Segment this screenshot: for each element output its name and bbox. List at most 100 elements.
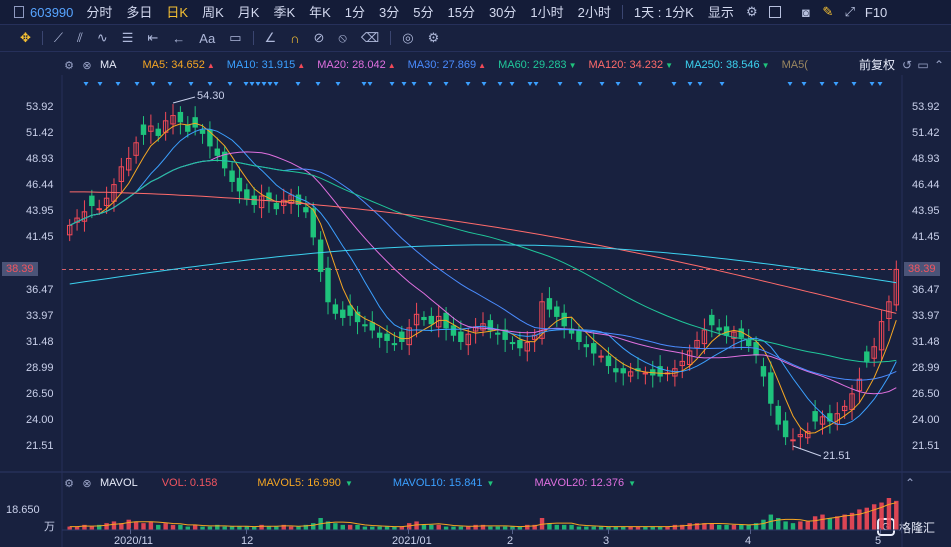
signal-marker [361, 82, 367, 86]
volume-bar [311, 523, 316, 530]
candle-body [745, 339, 752, 347]
volume-bar [141, 523, 146, 530]
candle-body [89, 195, 95, 207]
candle-body [303, 207, 309, 213]
candle-body [812, 411, 818, 422]
low-marker-line [792, 445, 822, 457]
kline-chart[interactable] [0, 0, 951, 547]
signal-marker [527, 82, 533, 86]
volume-bar [333, 523, 338, 530]
ma-line [69, 191, 897, 314]
candle-body [199, 129, 206, 134]
volume-bar [347, 524, 353, 530]
price-tick-label: 26.50 [26, 387, 54, 400]
signal-marker [150, 82, 156, 86]
price-tick-label: 26.50 [912, 387, 940, 400]
date-axis-tick [408, 528, 409, 534]
volume-bar [805, 521, 810, 530]
candle-body [620, 368, 626, 374]
date-axis-tick [608, 528, 609, 534]
volume-bar [288, 526, 294, 530]
signal-marker [443, 82, 449, 86]
signal-marker [465, 82, 471, 86]
candle-body [613, 368, 619, 373]
candle-body [384, 333, 390, 341]
signal-marker [401, 82, 407, 86]
volume-bar [156, 524, 161, 530]
candle-body [458, 331, 464, 343]
candle-body [782, 420, 789, 438]
signal-marker [687, 82, 693, 86]
candle-body [768, 372, 774, 404]
high-price-label: 54.30 [197, 90, 225, 103]
volume-bar [820, 514, 825, 530]
volume-bar [429, 524, 434, 530]
price-tick-label: 51.42 [912, 127, 940, 140]
signal-marker [315, 82, 321, 86]
volume-bar [443, 526, 449, 530]
price-tick-label: 21.51 [912, 440, 940, 452]
price-tick-label: 46.44 [26, 179, 54, 192]
volume-bar [502, 526, 508, 530]
volume-bar [598, 526, 604, 530]
candle-body [421, 316, 427, 321]
price-tick-label: 51.42 [26, 127, 54, 140]
volume-bar [857, 509, 862, 530]
signal-marker [427, 82, 433, 86]
volume-bar [790, 523, 796, 530]
price-tick-label: 36.47 [26, 283, 54, 296]
volume-bar [886, 498, 892, 530]
price-tick-label: 21.51 [26, 440, 54, 452]
signal-marker [243, 82, 249, 86]
volume-bar [274, 526, 279, 530]
candle-body [605, 355, 612, 367]
volume-bar [827, 517, 833, 530]
candle-body [236, 177, 243, 192]
candle-body [214, 148, 221, 156]
signal-marker [599, 82, 605, 86]
volume-bar [835, 516, 840, 530]
ma-line [69, 151, 897, 395]
volume-bar [148, 521, 154, 530]
signal-marker [819, 82, 825, 86]
volume-bar [163, 523, 168, 530]
volume-bar [355, 524, 360, 530]
signal-marker [877, 82, 883, 86]
signal-marker [97, 82, 103, 86]
signal-marker [267, 82, 273, 86]
volume-bar [871, 504, 877, 530]
low-price-label: 21.51 [822, 450, 851, 462]
volume-bar [362, 526, 368, 530]
volume-bar [547, 523, 552, 530]
candle-body [340, 309, 346, 318]
volume-bar [724, 524, 729, 530]
candle-body [140, 124, 147, 135]
price-tick-label: 28.99 [26, 361, 54, 374]
volume-bar [133, 521, 139, 530]
candle-body [709, 314, 715, 326]
signal-marker [273, 82, 279, 86]
price-tick-label: 48.93 [26, 153, 54, 166]
price-tick-label: 41.45 [26, 231, 54, 244]
volume-bar [842, 514, 847, 530]
candle-body [317, 239, 324, 272]
signal-marker [367, 82, 373, 86]
volume-bar [451, 526, 456, 530]
candle-body [598, 355, 604, 358]
volume-bar [458, 526, 464, 530]
candle-body [495, 332, 501, 335]
volume-bar [473, 524, 478, 530]
volume-bar [761, 519, 766, 530]
signal-marker [671, 82, 677, 86]
candle-body [554, 306, 560, 317]
date-axis-label: 12 [241, 535, 254, 547]
volume-bar [561, 524, 567, 530]
date-axis-tick [130, 528, 131, 534]
volume-bar [296, 526, 301, 530]
candle-body [399, 331, 405, 343]
signal-marker [255, 82, 261, 86]
volume-bar [525, 524, 530, 530]
volume-bar [466, 526, 471, 530]
signal-marker [615, 82, 621, 86]
candle-body [546, 298, 553, 310]
